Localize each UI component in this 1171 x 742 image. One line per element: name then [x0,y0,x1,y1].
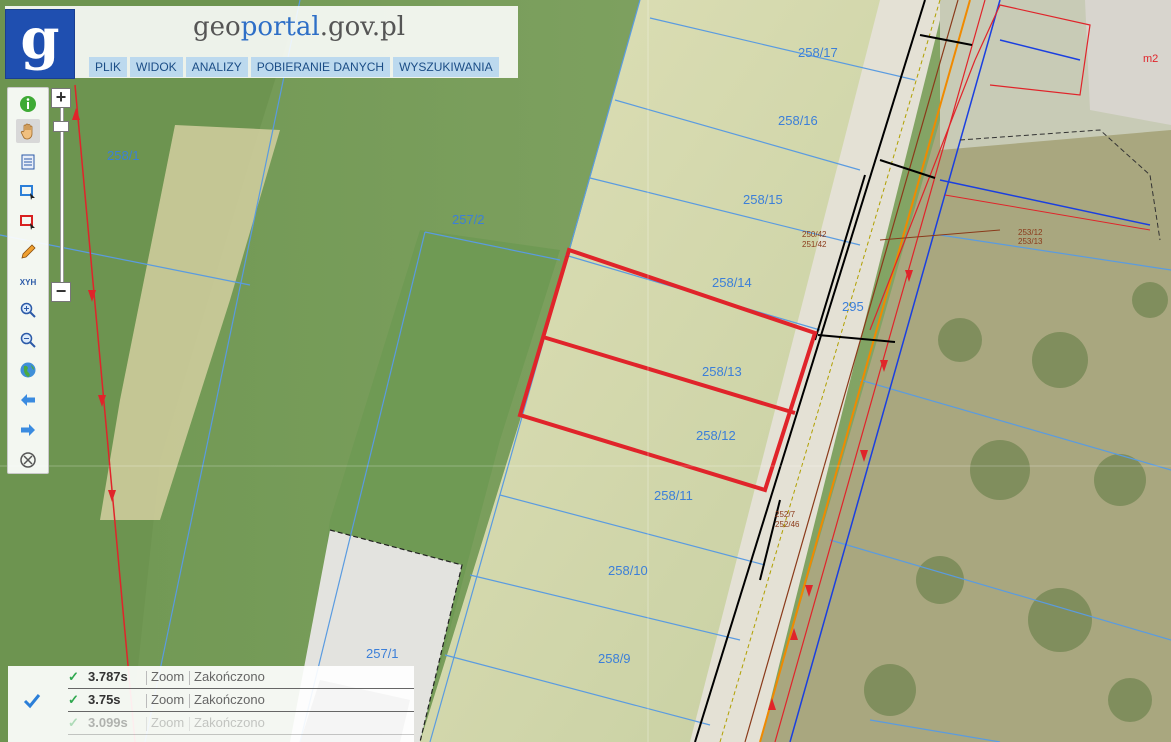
clear-icon[interactable] [16,448,40,472]
zoom-in-icon[interactable] [16,298,40,322]
zoom-slider-handle[interactable] [53,121,69,132]
xyh-coordinates-icon[interactable]: XYH [16,270,40,294]
map-view[interactable]: 258/17 258/16 258/15 258/14 258/13 258/1… [0,0,1171,742]
utility-label: 250/42 [802,230,827,239]
parcel-label: 258/16 [778,113,818,128]
status-type: Zoom [151,692,185,707]
tool-panel: XYH [7,87,49,474]
parcel-label: 258/15 [743,192,783,207]
menu-widok[interactable]: WIDOK [130,57,183,77]
main-menu: PLIK WIDOK ANALIZY POBIERANIE DANYCH WYS… [89,57,499,77]
utility-label: 253/12 [1018,228,1043,237]
status-row: ✓ 3.787s Zoom Zakończono [68,666,414,689]
select-rectangle-red-icon[interactable] [16,210,40,234]
parcel-label: m2 [1143,53,1158,65]
measure-pencil-icon[interactable] [16,240,40,264]
status-row: ✓ 3.099s Zoom Zakończono [68,712,414,735]
ok-icon: ✓ [68,715,79,730]
forward-arrow-icon[interactable] [16,418,40,442]
parcel-label: 258/12 [696,428,736,443]
parcel-label: 257/1 [366,646,399,661]
parcel-label: 258/13 [702,364,742,379]
utility-label: 252/46 [775,520,800,529]
status-time: 3.787s [88,669,128,684]
status-type: Zoom [151,669,185,684]
parcel-label: 258/1 [107,148,140,163]
parcel-label: 295 [842,299,864,314]
parcel-label: 258/11 [654,488,693,503]
parcel-label: 258/17 [798,45,838,60]
status-type: Zoom [151,715,185,730]
globe-icon[interactable] [16,358,40,382]
utility-label: 251/42 [802,240,827,249]
status-time: 3.75s [88,692,121,707]
status-state: Zakończono [194,669,265,684]
menu-pobieranie-danych[interactable]: POBIERANIE DANYCH [250,57,391,77]
status-time: 3.099s [88,715,128,730]
zoom-out-icon[interactable] [16,328,40,352]
status-state: Zakończono [194,715,265,730]
checkmark-icon [23,694,41,709]
utility-label: 253/13 [1018,237,1043,246]
select-rectangle-icon[interactable] [16,180,40,204]
back-arrow-icon[interactable] [16,388,40,412]
status-row: ✓ 3.75s Zoom Zakończono [68,689,414,712]
geoportal-logo[interactable]: g [5,6,75,79]
logo-letter: g [20,6,60,72]
legend-icon[interactable] [16,150,40,174]
parcel-label: 257/2 [452,212,485,227]
request-status-panel: ✓ 3.787s Zoom Zakończono ✓ 3.75s Zoom Zakończo… [8,666,414,742]
menu-plik[interactable]: PLIK [89,57,128,77]
orthophoto-map[interactable]: 258/17 258/16 258/15 258/14 258/13 258/1… [0,0,1171,742]
site-title: geoportal.gov.pl [193,12,406,42]
menu-analizy[interactable]: ANALIZY [185,57,248,77]
ok-icon: ✓ [68,669,79,684]
status-state: Zakończono [194,692,265,707]
info-icon[interactable] [16,92,40,116]
app-header: geoportal.gov.pl PLIK WIDOK ANALIZY POBI… [5,6,518,78]
pan-hand-icon[interactable] [16,119,40,143]
menu-wyszukiwania[interactable]: WYSZUKIWANIA [393,57,499,77]
zoom-out-button[interactable]: − [51,282,71,302]
xyh-label: XYH [19,277,37,287]
ok-icon: ✓ [68,692,79,707]
parcel-label: 258/9 [598,651,631,666]
parcel-label: 258/14 [712,275,752,290]
utility-label: 252/7 [775,510,796,519]
zoom-in-button[interactable]: + [51,88,71,108]
parcel-label: 258/10 [608,563,648,578]
